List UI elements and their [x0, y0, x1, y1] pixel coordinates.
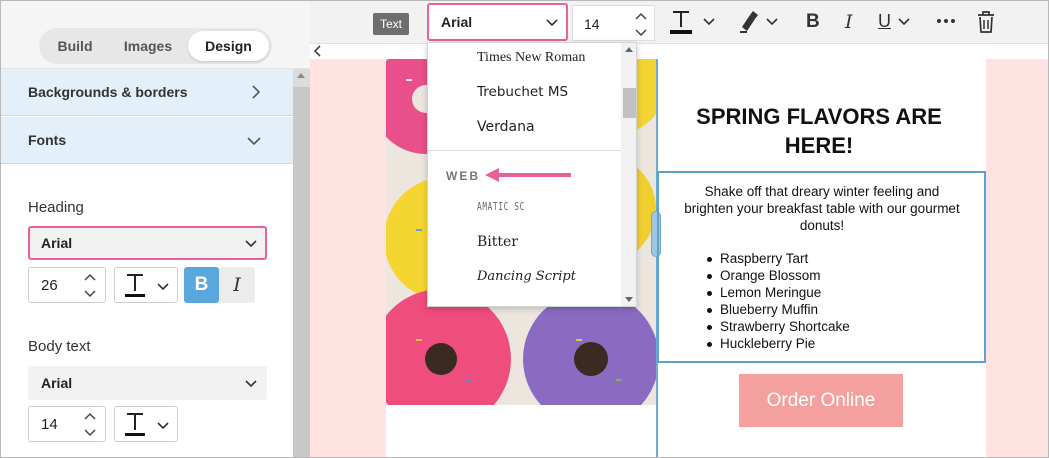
- email-heading[interactable]: SPRING FLAVORS ARE HERE!: [676, 102, 962, 160]
- text-color-icon: [125, 413, 145, 436]
- font-option-verdana[interactable]: Verdana: [477, 119, 535, 135]
- toolbar-size-stepper[interactable]: 14: [572, 5, 655, 41]
- section-label: Backgrounds & borders: [28, 84, 188, 100]
- scroll-up-icon[interactable]: [297, 73, 305, 78]
- email-paragraph: Shake off that dreary winter feeling and…: [684, 184, 960, 233]
- flavor-list: Raspberry Tart Orange Blossom Lemon Meri…: [707, 250, 850, 352]
- chevron-down-icon: [157, 283, 169, 291]
- font-option-times-new-roman[interactable]: Times New Roman: [477, 50, 585, 66]
- tab-build[interactable]: Build: [42, 31, 108, 61]
- block-type-badge: Text: [373, 13, 409, 35]
- selected-text-block[interactable]: Shake off that dreary winter feeling and…: [657, 171, 986, 363]
- section-backgrounds-borders[interactable]: Backgrounds & borders: [1, 69, 293, 116]
- section-label: Fonts: [28, 132, 67, 148]
- collapse-panel-icon[interactable]: [313, 45, 326, 59]
- toolbar-font-select[interactable]: Arial: [427, 3, 568, 41]
- heading-font-value: Arial: [41, 235, 73, 251]
- toolbar-font-value: Arial: [441, 14, 473, 30]
- font-option-trebuchet-ms[interactable]: Trebuchet MS: [477, 84, 568, 100]
- chevron-down-icon: [245, 380, 257, 388]
- highlight-icon[interactable]: [738, 9, 760, 35]
- font-option-dancing-script[interactable]: Dancing Script: [477, 269, 576, 284]
- list-item: Lemon Meringue: [707, 284, 850, 301]
- text-color-icon: [125, 274, 145, 297]
- editor-window: Build Images Design Backgrounds & border…: [0, 0, 1049, 458]
- tab-design[interactable]: Design: [188, 31, 269, 61]
- heading-bold-toggle[interactable]: B: [184, 267, 219, 303]
- chevron-down-icon[interactable]: [631, 25, 651, 40]
- chevron-down-icon[interactable]: [898, 17, 910, 27]
- list-item: Raspberry Tart: [707, 250, 850, 267]
- chevron-down-icon[interactable]: [79, 425, 101, 441]
- heading-label: Heading: [28, 199, 84, 216]
- list-item: Blueberry Muffin: [707, 301, 850, 318]
- body-text-label: Body text: [28, 338, 91, 355]
- text-color-icon[interactable]: [668, 9, 694, 35]
- scroll-down-icon[interactable]: [625, 297, 633, 302]
- toolbar-size-value: 14: [584, 16, 600, 32]
- dropdown-divider: [428, 150, 621, 151]
- dropdown-scrollbar[interactable]: [621, 43, 636, 306]
- tab-images[interactable]: Images: [108, 31, 188, 61]
- heading-font-select[interactable]: Arial: [28, 226, 267, 260]
- trash-icon[interactable]: [977, 11, 995, 33]
- body-font-value: Arial: [41, 375, 73, 391]
- bold-icon[interactable]: B: [806, 11, 820, 37]
- chevron-up-icon[interactable]: [79, 270, 101, 286]
- section-fonts[interactable]: Fonts: [1, 117, 293, 164]
- chevron-down-icon: [157, 422, 169, 430]
- chevron-down-icon[interactable]: [703, 17, 715, 27]
- chevron-down-icon: [546, 19, 558, 27]
- chevron-down-icon[interactable]: [79, 286, 101, 302]
- font-option-amatic-sc[interactable]: Amatic SC: [477, 200, 525, 213]
- heading-italic-toggle[interactable]: I: [219, 267, 255, 303]
- pointer-arrow-icon: [485, 168, 571, 182]
- mode-tabs: Build Images Design: [39, 28, 272, 64]
- body-size-value: 14: [41, 416, 58, 433]
- scroll-up-icon[interactable]: [625, 47, 633, 52]
- email-canvas: SPRING FLAVORS ARE HERE! Shake off that …: [310, 59, 1048, 457]
- order-online-button[interactable]: Order Online: [739, 374, 903, 427]
- body-size-stepper[interactable]: 14: [28, 406, 106, 442]
- font-option-bitter[interactable]: Bitter: [477, 234, 518, 250]
- chevron-down-icon: [247, 133, 261, 149]
- scrollbar-thumb[interactable]: [623, 88, 636, 118]
- design-panel: Build Images Design Backgrounds & border…: [1, 1, 310, 457]
- list-item: Strawberry Shortcake: [707, 318, 850, 335]
- more-icon[interactable]: [936, 17, 956, 25]
- scrollbar-thumb[interactable]: [293, 87, 310, 457]
- chevron-up-icon[interactable]: [79, 409, 101, 425]
- chevron-up-icon[interactable]: [631, 9, 651, 24]
- underline-icon[interactable]: U: [878, 11, 891, 37]
- heading-size-stepper[interactable]: 26: [28, 267, 106, 303]
- panel-scrollbar[interactable]: [293, 69, 310, 457]
- chevron-down-icon[interactable]: [766, 17, 778, 27]
- web-fonts-heading: WEB: [446, 169, 480, 183]
- heading-size-value: 26: [41, 277, 58, 294]
- panel-header: Build Images Design: [1, 1, 310, 69]
- list-item: Huckleberry Pie: [707, 335, 850, 352]
- chevron-right-icon: [251, 85, 261, 102]
- chevron-down-icon: [245, 240, 257, 248]
- body-color-button[interactable]: [114, 406, 178, 442]
- list-item: Orange Blossom: [707, 267, 850, 284]
- body-font-select[interactable]: Arial: [28, 366, 267, 400]
- italic-icon[interactable]: I: [845, 11, 853, 37]
- heading-color-button[interactable]: [114, 267, 178, 303]
- text-toolbar: Text Arial 14 B I U: [310, 1, 1048, 44]
